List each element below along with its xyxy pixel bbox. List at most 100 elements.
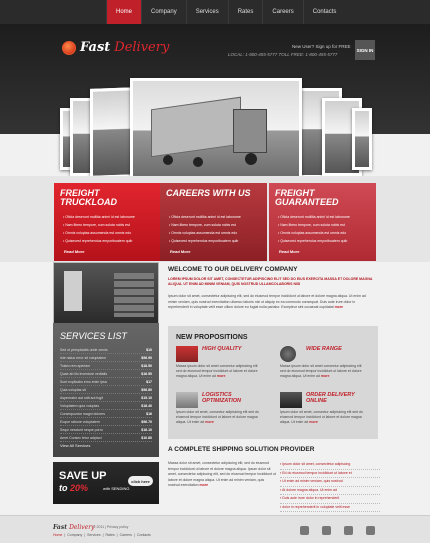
- footer-link-company[interactable]: Company: [67, 533, 82, 537]
- promo-item[interactable]: Oficia deserunt mollitia animi id est la…: [169, 213, 241, 221]
- footer-link-home[interactable]: Home: [53, 533, 62, 537]
- service-row[interactable]: Eoque ratione voluptatem $96.70: [60, 418, 152, 426]
- service-price: $10: [146, 347, 152, 352]
- footer-logo[interactable]: Fast Delivery: [53, 524, 94, 531]
- service-row[interactable]: Totam rem aperiam $18.50: [60, 362, 152, 370]
- nav-careers[interactable]: Careers: [262, 0, 302, 24]
- main-truck-photo[interactable]: [130, 78, 302, 182]
- shipping-body: Massa dolor sit amet, consectetur adipis…: [168, 461, 276, 487]
- promo-item[interactable]: Quisecest reprehendus emporibuatem quib: [63, 237, 135, 245]
- service-row[interactable]: Sequi nesciunt neque porro $16.10: [60, 426, 152, 434]
- proposition-label: WIDE RANGE: [306, 346, 342, 352]
- promo-list: Oficia deserunt mollitia animi id est la…: [278, 213, 350, 245]
- social-icon[interactable]: [300, 526, 309, 535]
- nav-services[interactable]: Services: [185, 0, 228, 24]
- service-row[interactable]: Amet Consec tetur adipisci $10.80: [60, 434, 152, 442]
- shipping-link[interactable]: Ipsum dolor sit amet, consectetur adipis…: [280, 461, 380, 470]
- service-row[interactable]: Quia voluptas sit $96.80: [60, 386, 152, 394]
- copyright: © 2011 | Privacy policy: [93, 525, 129, 529]
- promo-item[interactable]: Omnis voluptas assumenda est omnis edo: [169, 229, 241, 237]
- service-name[interactable]: Totam rem aperiam: [60, 364, 90, 368]
- proposition-text: Massa ipsum dolor sit amet consectur adi…: [280, 364, 368, 379]
- promo-careers[interactable]: CAREERS WITH US Oficia deserunt mollitia…: [160, 183, 267, 261]
- shipping-more-link[interactable]: more: [200, 483, 209, 487]
- logo[interactable]: Fast Delivery: [62, 40, 169, 55]
- click-here-button[interactable]: click here: [128, 476, 153, 486]
- read-more-link[interactable]: Read More: [279, 249, 299, 254]
- promo-item[interactable]: Quisecest reprehendus emporibuatem quib: [169, 237, 241, 245]
- promo-item[interactable]: Nam libero tempore, cum soluta nobis est: [169, 221, 241, 229]
- read-more-link[interactable]: Read More: [64, 249, 84, 254]
- footer-link-contacts[interactable]: Contacts: [137, 533, 151, 537]
- welcome-more-link[interactable]: more: [335, 305, 344, 309]
- proposition-more-link[interactable]: more: [217, 374, 226, 378]
- new-propositions: NEW PROPOSITIONS HIGH QUALITY Massa ipsu…: [168, 326, 378, 439]
- promo-freight-guaranteed[interactable]: FREIGHT GUARANTEED Oficia deserunt molli…: [269, 183, 376, 261]
- footer: Fast Delivery © 2011 | Privacy policy Ho…: [0, 515, 430, 543]
- social-icon[interactable]: [322, 526, 331, 535]
- shipping-link[interactable]: Ed do eiusmod tempor incididunt ut labor…: [280, 470, 380, 478]
- phone-numbers: LOCAL: 1-800-455-5777 TOLL FREE: 1-800-4…: [228, 52, 338, 57]
- gallery-photo[interactable]: [352, 108, 372, 170]
- service-name[interactable]: Quae ab illo inventore veritatis: [60, 372, 107, 376]
- shipping-link[interactable]: Ut enim ad minim veniam, quis nostrud: [280, 478, 380, 487]
- service-name[interactable]: Iste natus error sit voluptatem: [60, 356, 106, 360]
- service-row[interactable]: Iste natus error sit voluptatem $96.90: [60, 354, 152, 362]
- promo-item[interactable]: Omnis voluptas assumenda est omnis edo: [63, 229, 135, 237]
- view-all-services-link[interactable]: View All Services: [60, 443, 90, 448]
- nav-contacts[interactable]: Contacts: [302, 0, 346, 24]
- social-icon[interactable]: [366, 526, 375, 535]
- proposition-body: Ipsum dolor sit amet, consectur adipisic…: [280, 410, 363, 424]
- service-name[interactable]: Voluptatem quia voluptas: [60, 404, 99, 408]
- globe-icon: [62, 40, 76, 55]
- service-name[interactable]: Sequi nesciunt neque porro: [60, 428, 103, 432]
- service-row[interactable]: Voluptatem quia voluptas $18.40: [60, 402, 152, 410]
- forklift-icon: [64, 271, 82, 311]
- service-row[interactable]: Quae ab illo inventore veritatis $16.50: [60, 370, 152, 378]
- footer-link-careers[interactable]: Careers: [120, 533, 132, 537]
- promo-list: Oficia deserunt mollitia animi id est la…: [63, 213, 135, 245]
- social-icon[interactable]: [344, 526, 353, 535]
- proposition-order-online[interactable]: ORDER DELIVERY ONLINE Ipsum dolor sit am…: [276, 392, 374, 432]
- proposition-more-link[interactable]: more: [309, 420, 318, 424]
- promo-item[interactable]: Omnis voluptas assumenda est omnis edo: [278, 229, 350, 237]
- service-row[interactable]: Sunt explicabo emo enim ipsa $17: [60, 378, 152, 386]
- service-name[interactable]: Sunt explicabo emo enim ipsa: [60, 380, 107, 384]
- proposition-wide-range[interactable]: WIDE RANGE Massa ipsum dolor sit amet co…: [276, 346, 374, 386]
- nav-company[interactable]: Company: [141, 0, 186, 24]
- shipping-link[interactable]: At dolore magna aliqua. Ut enim ad: [280, 487, 380, 495]
- globe-icon: [280, 346, 296, 362]
- promo-item[interactable]: Nam libero tempore, cum soluta nobis est: [278, 221, 350, 229]
- nav-rates[interactable]: Rates: [227, 0, 263, 24]
- service-name[interactable]: Consequuntur magni dolores: [60, 412, 105, 416]
- promo-item[interactable]: Quisecest reprehendus emporibuatem quib: [278, 237, 350, 245]
- proposition-more-link[interactable]: more: [321, 374, 330, 378]
- promo-item[interactable]: Oficia deserunt mollitia animi id est la…: [278, 213, 350, 221]
- service-name[interactable]: Aspernatur aut odit aut fugit: [60, 396, 103, 400]
- proposition-text: Ipsum dolor sit amet, consectur adipisic…: [176, 410, 264, 425]
- service-name[interactable]: Sed ut perspiciatis unde omnis: [60, 348, 108, 352]
- service-name[interactable]: Eoque ratione voluptatem: [60, 420, 100, 424]
- shipping-link[interactable]: dolor in reprehenderit in voluptate veli…: [280, 504, 380, 512]
- footer-link-services[interactable]: Services: [87, 533, 100, 537]
- save-up-banner[interactable]: SAVE UP to 20% with SENDING click here: [53, 462, 159, 504]
- service-row[interactable]: Consequuntur magni dolores $16: [60, 410, 152, 418]
- sign-in-button[interactable]: SIGN IN: [355, 40, 375, 60]
- signup-link[interactable]: New User? Sign up for FREE: [292, 44, 351, 49]
- proposition-high-quality[interactable]: HIGH QUALITY Massa ipsum dolor sit amet …: [172, 346, 270, 386]
- service-name[interactable]: Quia voluptas sit: [60, 388, 86, 392]
- service-row[interactable]: Sed ut perspiciatis unde omnis $10: [60, 346, 152, 354]
- nav-home[interactable]: Home: [106, 0, 142, 24]
- service-name[interactable]: Amet Consec tetur adipisci: [60, 436, 102, 440]
- footer-link-rates[interactable]: Rates: [106, 533, 115, 537]
- promo-item[interactable]: Oficia deserunt mollitia animi id est la…: [63, 213, 135, 221]
- shipping-link[interactable]: Duis aute irure dolor in reprehenderit: [280, 495, 380, 504]
- proposition-more-link[interactable]: more: [205, 420, 214, 424]
- shipping-links: Ipsum dolor sit amet, consectetur adipis…: [280, 461, 380, 512]
- promo-item[interactable]: Nam libero tempore, cum soluta nobis est: [63, 221, 135, 229]
- proposition-logistics[interactable]: LOGISTICS OPTIMIZATION Ipsum dolor sit a…: [172, 392, 270, 432]
- service-price: $96.90: [141, 355, 152, 360]
- read-more-link[interactable]: Read More: [170, 249, 190, 254]
- service-row[interactable]: Aspernatur aut odit aut fugit $15.10: [60, 394, 152, 402]
- promo-freight-truckload[interactable]: FREIGHT TRUCKLOAD Oficia deserunt mollit…: [54, 183, 161, 261]
